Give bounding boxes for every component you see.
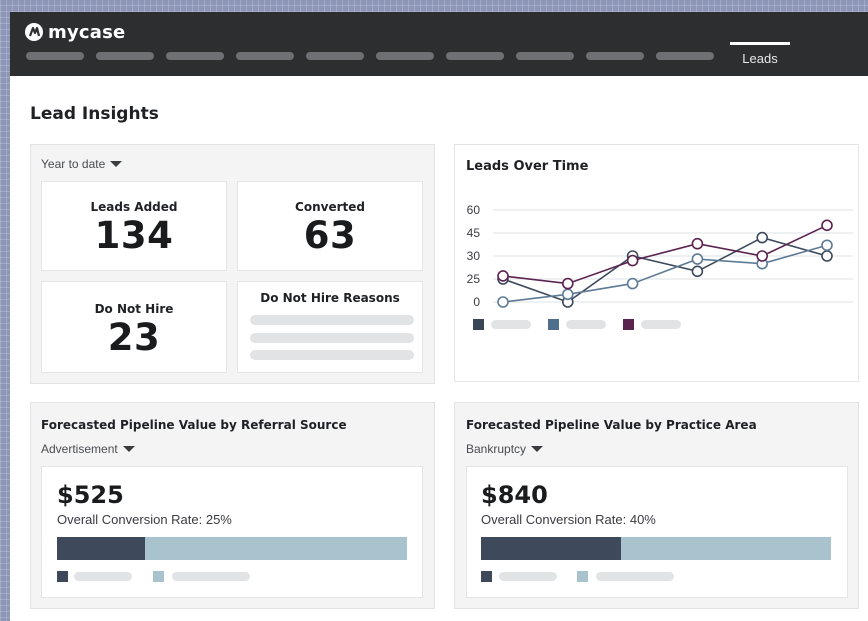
practice-pipeline-value: $840 [481, 481, 548, 509]
practice-title: Forecasted Pipeline Value by Practice Ar… [466, 418, 757, 432]
nav-item[interactable] [446, 52, 504, 60]
practice-filter-dropdown[interactable]: Bankruptcy [466, 442, 544, 456]
leads-added-value: 134 [94, 214, 174, 257]
nav-item[interactable] [516, 52, 574, 60]
nav-item[interactable] [166, 52, 224, 60]
legend-label-placeholder [566, 320, 606, 329]
y-tick-label: 25 [467, 272, 481, 286]
y-tick-label: 45 [467, 226, 481, 240]
legend-swatch-converted [481, 571, 492, 582]
legend-label-placeholder [499, 572, 557, 581]
reason-placeholder [250, 333, 414, 343]
series-3-point [497, 270, 509, 282]
nav-tab-leads[interactable]: Leads [730, 42, 790, 72]
legend-label-placeholder [172, 572, 250, 581]
converted-label: Converted [295, 200, 365, 214]
series-line-1 [502, 236, 828, 303]
legend-swatch-3 [623, 319, 634, 330]
legend-swatch-remaining [153, 571, 164, 582]
series-3-point [626, 254, 639, 267]
legend-swatch-remaining [577, 571, 588, 582]
leads-added-label: Leads Added [90, 200, 178, 214]
converted-card[interactable]: Converted 63 [237, 181, 423, 271]
top-navigation-bar: mycase Leads [10, 12, 868, 76]
legend-label-placeholder [641, 320, 681, 329]
legend-swatch-converted [57, 571, 68, 582]
legend-swatch-1 [473, 319, 484, 330]
series-2-point [626, 277, 639, 290]
practice-converted-bar [481, 537, 621, 560]
y-tick-label: 30 [467, 249, 481, 263]
referral-source-panel: Forecasted Pipeline Value by Referral So… [30, 402, 435, 609]
nav-item[interactable] [656, 52, 714, 60]
leads-added-card[interactable]: Leads Added 134 [41, 181, 227, 271]
period-dropdown[interactable]: Year to date [41, 157, 123, 171]
series-line-3 [502, 224, 828, 285]
series-2-point [821, 239, 833, 252]
series-1-point [691, 265, 704, 278]
legend-label-placeholder [74, 572, 132, 581]
nav-item[interactable] [236, 52, 294, 60]
series-3-point [821, 219, 833, 232]
y-tick-label: 60 [467, 203, 481, 217]
referral-pipeline-value: $525 [57, 481, 124, 509]
legend-label-placeholder [491, 320, 531, 329]
referral-title: Forecasted Pipeline Value by Referral So… [41, 418, 347, 432]
do-not-hire-reasons-label: Do Not Hire Reasons [260, 291, 400, 305]
do-not-hire-card[interactable]: Do Not Hire 23 [41, 281, 227, 373]
nav-item[interactable] [306, 52, 364, 60]
reason-placeholder [250, 350, 414, 360]
series-3-point [562, 277, 574, 290]
series-1-point [821, 250, 833, 262]
legend-swatch-2 [548, 319, 559, 330]
chevron-down-icon [531, 446, 544, 452]
converted-value: 63 [303, 214, 357, 257]
practice-area-panel: Forecasted Pipeline Value by Practice Ar… [454, 402, 859, 609]
app-window: mycase Leads Lead Insights Year to date … [10, 12, 868, 621]
referral-value-card: $525 Overall Conversion Rate: 25% [41, 466, 423, 598]
brand-name: mycase [48, 21, 126, 43]
brand-logo[interactable]: mycase [24, 20, 125, 44]
series-3-point [691, 237, 704, 250]
referral-converted-bar [57, 537, 145, 560]
mycase-logo-icon [24, 22, 44, 42]
referral-filter-label: Advertisement [41, 442, 118, 456]
practice-filter-label: Bankruptcy [466, 442, 527, 456]
series-line-2 [502, 244, 828, 303]
chevron-down-icon [122, 446, 135, 452]
reason-placeholder [250, 315, 414, 325]
series-2-point [497, 296, 509, 308]
series-2-point [691, 253, 704, 265]
chevron-down-icon [110, 161, 123, 167]
referral-filter-dropdown[interactable]: Advertisement [41, 442, 135, 456]
series-2-point [562, 288, 574, 301]
series-3-point [756, 250, 769, 262]
nav-item[interactable] [26, 52, 84, 60]
series-1-point [756, 231, 769, 244]
do-not-hire-label: Do Not Hire [94, 302, 174, 316]
practice-value-card: $840 Overall Conversion Rate: 40% [466, 466, 848, 598]
summary-panel: Year to date Leads Added 134 Converted 6… [30, 144, 435, 384]
page-title: Lead Insights [30, 104, 159, 124]
do-not-hire-reasons-card[interactable]: Do Not Hire Reasons [237, 281, 423, 373]
do-not-hire-value: 23 [107, 316, 161, 359]
nav-item[interactable] [376, 52, 434, 60]
practice-conversion-rate: Overall Conversion Rate: 40% [481, 512, 656, 527]
y-tick-label: 0 [473, 295, 480, 309]
referral-remaining-bar [145, 537, 407, 560]
chart-title: Leads Over Time [466, 159, 589, 174]
leads-line-chart: 60 45 30 25 0 [467, 203, 853, 309]
nav-item[interactable] [586, 52, 644, 60]
referral-conversion-rate: Overall Conversion Rate: 25% [57, 512, 232, 527]
period-dropdown-label: Year to date [41, 157, 106, 171]
practice-remaining-bar [621, 537, 831, 560]
main-nav [26, 52, 714, 60]
legend-label-placeholder [596, 572, 674, 581]
leads-over-time-panel: Leads Over Time 60 45 30 25 0 [454, 144, 859, 382]
nav-item[interactable] [96, 52, 154, 60]
